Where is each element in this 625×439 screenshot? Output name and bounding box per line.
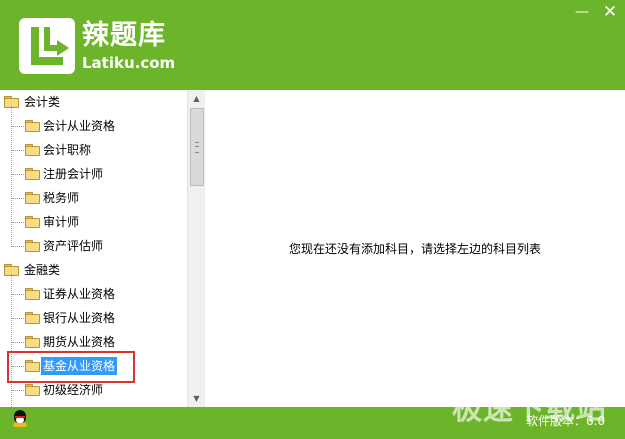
tree-item-label: 证券从业资格 xyxy=(43,287,116,301)
tree-line xyxy=(12,174,24,175)
tree-line xyxy=(12,150,24,151)
folder-icon xyxy=(25,384,40,396)
scroll-up-arrow-icon[interactable]: ▲ xyxy=(188,90,205,107)
close-button[interactable]: ✕ xyxy=(599,3,621,21)
tree-line xyxy=(12,318,24,319)
tree-item[interactable]: 证券从业资格 xyxy=(25,285,175,303)
tree-line xyxy=(11,106,12,247)
empty-message: 您现在还没有添加科目，请选择左边的科目列表 xyxy=(288,242,541,256)
logo-url: Latiku.com xyxy=(82,54,176,72)
scroll-thumb[interactable] xyxy=(190,108,204,186)
tree-item-label: 会计职称 xyxy=(43,143,92,157)
minimize-button[interactable]: — xyxy=(571,3,593,21)
tree-item[interactable]: 会计从业资格 xyxy=(25,117,175,135)
tree-item-label: 税务师 xyxy=(43,191,80,205)
tree-item-label: 会计从业资格 xyxy=(43,119,116,133)
folder-icon xyxy=(25,216,40,228)
tree-item-label: 初级经济师 xyxy=(43,383,104,397)
tree-line xyxy=(12,198,24,199)
tree-item-label: 期货从业资格 xyxy=(43,335,116,349)
tree-item-label: 资产评估师 xyxy=(43,239,104,253)
folder-icon xyxy=(25,144,40,156)
tree-item-label: 银行从业资格 xyxy=(43,311,116,325)
tree-item[interactable]: 资产评估师 xyxy=(25,237,175,255)
folder-icon xyxy=(25,312,40,324)
highlight-annotation xyxy=(7,351,135,383)
folder-icon xyxy=(25,240,40,252)
tree-line xyxy=(12,246,24,247)
tree-group-accounting[interactable]: 会计类 xyxy=(4,93,184,111)
qq-penguin-icon[interactable] xyxy=(12,410,28,428)
latiku-logo-icon xyxy=(19,18,75,74)
tree-item[interactable]: 税务师 xyxy=(25,189,175,207)
tree-line xyxy=(12,294,24,295)
tree-item[interactable]: 初级经济师 xyxy=(25,381,175,399)
main-content: 您现在还没有添加科目，请选择左边的科目列表 xyxy=(205,90,625,407)
folder-icon xyxy=(25,336,40,348)
tree-group-label: 会计类 xyxy=(24,95,61,109)
tree-item-label: 注册会计师 xyxy=(43,167,104,181)
folder-icon xyxy=(25,120,40,132)
grip-icon xyxy=(195,142,199,153)
tree-line xyxy=(12,390,24,391)
logo-title: 辣题库 xyxy=(82,20,166,51)
tree-item[interactable]: 注册会计师 xyxy=(25,165,175,183)
scroll-down-arrow-icon[interactable]: ▼ xyxy=(188,390,205,407)
tree-line xyxy=(12,126,24,127)
folder-icon xyxy=(25,192,40,204)
tree-item-label: 审计师 xyxy=(43,215,80,229)
folder-icon xyxy=(25,288,40,300)
tree-scrollbar[interactable]: ▲ ▼ xyxy=(187,90,205,407)
logo-text: 辣题库 Latiku.com xyxy=(82,20,175,72)
folder-icon xyxy=(25,168,40,180)
tree-item[interactable]: 期货从业资格 xyxy=(25,333,175,351)
tree-item[interactable]: 银行从业资格 xyxy=(25,309,175,327)
tree-item[interactable]: 审计师 xyxy=(25,213,175,231)
tree-group-finance[interactable]: 金融类 xyxy=(4,261,184,279)
tree-group-label: 金融类 xyxy=(24,263,61,277)
tree-line xyxy=(12,342,24,343)
version-text: 软件版本：6.0 xyxy=(526,414,606,428)
tree-item[interactable]: 会计职称 xyxy=(25,141,175,159)
app-header: 辣题库 Latiku.com — ✕ xyxy=(0,0,625,90)
tree-line xyxy=(12,222,24,223)
